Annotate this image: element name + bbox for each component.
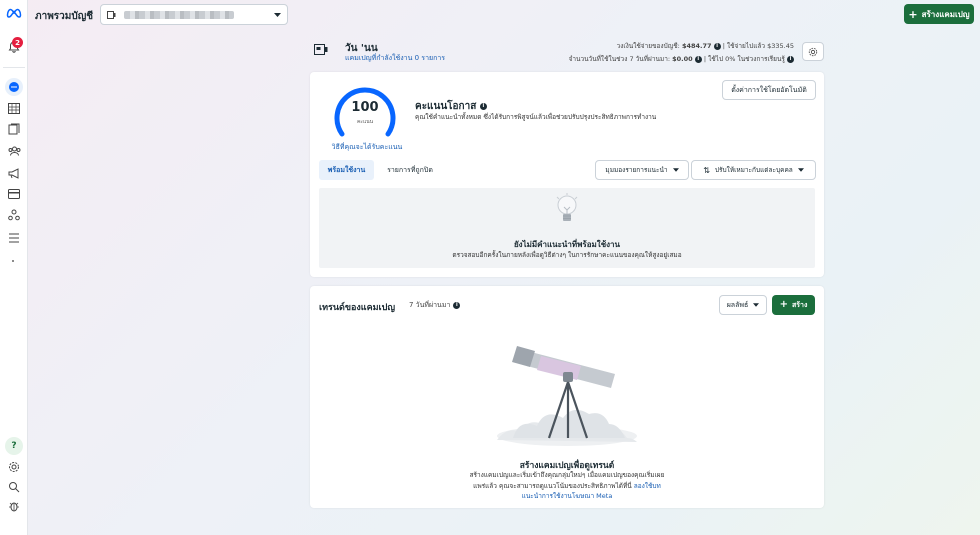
score-caption: คะแนน bbox=[356, 119, 374, 125]
lightbulb-icon bbox=[556, 193, 578, 221]
help-icon[interactable]: ? bbox=[5, 437, 23, 455]
tab-dismissed[interactable]: รายการที่ถูกปิด bbox=[378, 160, 442, 180]
learning-spend-line: จำนวนวันที่ใช้ในช่วง 7 วันที่ผ่านมา: $0.… bbox=[569, 54, 794, 64]
account-icon bbox=[107, 10, 116, 19]
account-settings-button[interactable] bbox=[802, 42, 824, 61]
create-campaign-button[interactable]: + สร้างแคมเปญ bbox=[904, 4, 974, 24]
info-icon[interactable]: i bbox=[453, 302, 461, 309]
results-dropdown[interactable]: ผลลัพธ์ bbox=[719, 295, 767, 315]
chevron-down-icon bbox=[274, 12, 281, 17]
account-name-blurred bbox=[124, 10, 234, 19]
tab-ready[interactable]: พร้อมใช้งาน bbox=[319, 160, 374, 180]
sort-icon: ⇅ bbox=[703, 165, 710, 175]
info-icon[interactable]: i bbox=[694, 55, 702, 63]
trends-title: เทรนด์ของแคมเปญ bbox=[319, 303, 396, 313]
left-sidebar: 2 ? bbox=[0, 0, 28, 535]
trends-empty-text-1: สร้างแคมเปญและเริ่มเข้าถึงคุณกลุ่มใหม่ๆ … bbox=[469, 471, 665, 479]
plus-icon: + bbox=[908, 7, 918, 21]
guide-link-continued[interactable]: แนะนำการใช้งานโฆษณา Meta bbox=[310, 491, 824, 501]
gear-icon bbox=[808, 47, 818, 56]
info-icon[interactable]: i bbox=[787, 55, 794, 63]
telescope-illustration bbox=[497, 346, 637, 446]
account-card-icon bbox=[314, 44, 328, 57]
opportunity-description: คุณใช้คำแนะนำทั้งหมด ซึ่งได้รับการพิสูจน… bbox=[415, 113, 657, 121]
spend-limit-line: วงเงินใช้จ่ายของบัญชี: $484.77 i | ใช้จ่… bbox=[616, 42, 794, 50]
trends-period: 7 วันที่ผ่านมา i bbox=[409, 300, 461, 311]
info-icon[interactable]: i bbox=[713, 42, 721, 50]
meta-logo-icon[interactable] bbox=[5, 4, 23, 22]
plus-icon: + bbox=[779, 299, 788, 310]
notification-badge: 2 bbox=[12, 37, 23, 48]
audience-icon[interactable] bbox=[5, 142, 23, 160]
guide-link[interactable]: ลองใช้บท bbox=[634, 482, 661, 490]
overview-icon[interactable] bbox=[5, 78, 23, 96]
megaphone-icon[interactable] bbox=[5, 164, 23, 182]
menu-icon[interactable] bbox=[5, 229, 23, 247]
top-bar: ภาพรวมบัญชี + สร้างแคมเปญ bbox=[28, 0, 980, 30]
people-icon[interactable] bbox=[5, 206, 23, 224]
recommendations-empty-state: ยังไม่มีคำแนะนำที่พร้อมใช้งาน ตรวจสอบอีก… bbox=[319, 188, 815, 268]
opportunity-score-card: 100 คะแนน วิธีที่คุณจะได้รับคะแนน คะแนนโ… bbox=[310, 72, 824, 277]
account-selector[interactable] bbox=[100, 4, 288, 25]
trends-empty-line-2: แพร่แล้ว คุณจะสามารถดูแนวโน้มของประสิทธิ… bbox=[473, 482, 661, 490]
chevron-down-icon bbox=[797, 168, 804, 172]
campaign-trends-card: เทรนด์ของแคมเปญ 7 วันที่ผ่านมา i ผลลัพธ์… bbox=[310, 286, 824, 508]
empty-text: ตรวจสอบอีกครั้งในภายหลังเพื่อดูวิธีต่างๆ… bbox=[452, 251, 682, 259]
info-icon[interactable]: i bbox=[479, 102, 487, 110]
chevron-down-icon bbox=[753, 303, 760, 307]
sidebar-dot bbox=[12, 260, 14, 262]
score-value: 100 bbox=[351, 100, 379, 115]
sort-dropdown[interactable]: ⇅ ปรับให้เหมาะกับแต่ละบุคคล bbox=[691, 160, 816, 180]
active-campaigns-link[interactable]: แคมเปญที่กำลังใช้งาน 0 รายการ bbox=[345, 53, 445, 64]
chevron-down-icon bbox=[672, 168, 679, 172]
sidebar-divider bbox=[3, 67, 25, 68]
page-title: ภาพรวมบัญชี bbox=[35, 11, 94, 22]
pages-icon[interactable] bbox=[5, 120, 23, 138]
account-header: วัน 'นน แคมเปญที่กำลังใช้งาน 0 รายการ วง… bbox=[310, 38, 824, 66]
settings-icon[interactable] bbox=[5, 458, 23, 476]
auto-apply-button[interactable]: ตั้งค่าการใช้โดยอัตโนมัติ bbox=[722, 80, 816, 100]
billing-icon[interactable] bbox=[5, 185, 23, 203]
view-dropdown[interactable]: มุมมองรายการแนะนำ bbox=[595, 160, 689, 180]
search-icon[interactable] bbox=[5, 478, 23, 496]
create-button[interactable]: + สร้าง bbox=[772, 295, 815, 315]
bug-icon[interactable] bbox=[5, 497, 23, 515]
score-info-link[interactable]: วิธีที่คุณจะได้รับคะแนน bbox=[328, 142, 406, 153]
table-icon[interactable] bbox=[5, 99, 23, 117]
